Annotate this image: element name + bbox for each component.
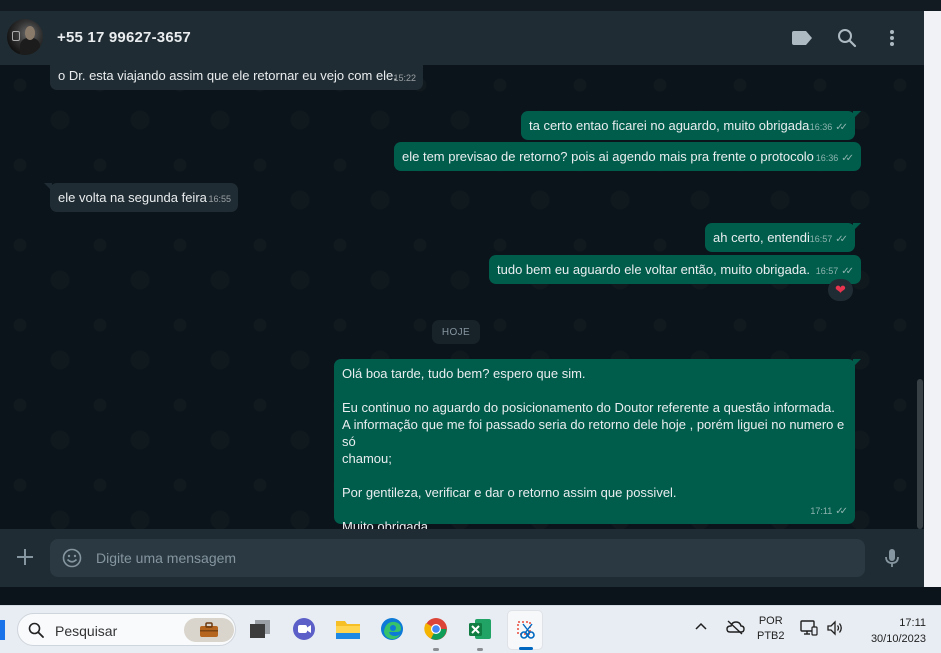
avatar-person-face [25, 26, 35, 40]
message-time: 16:36 [809, 122, 833, 132]
menu-kebab-icon[interactable] [880, 26, 904, 50]
read-receipt-icon: ✓✓ [835, 122, 848, 133]
message-outgoing[interactable]: tudo bem eu aguardo ele voltar então, mu… [489, 255, 861, 284]
search-placeholder: Pesquisar [55, 623, 118, 639]
message-text: o Dr. esta viajando assim que ele retorn… [58, 68, 397, 83]
active-app-indicator [519, 647, 533, 650]
message-text: ah certo, entendi [713, 230, 810, 245]
emoji-icon[interactable] [62, 548, 82, 568]
file-explorer-icon[interactable] [335, 616, 361, 642]
message-time: 16:57 [815, 266, 839, 276]
taskbar-search-box[interactable]: Pesquisar [17, 613, 236, 646]
message-time: 16:55 [208, 194, 231, 204]
message-time: 17:11 [810, 506, 833, 516]
window-top-strip [0, 0, 941, 11]
message-text: ele tem previsao de retorno? pois ai age… [402, 149, 814, 164]
message-incoming[interactable]: ele volta na segunda feira 16:55 [44, 183, 238, 212]
day-divider: HOJE [432, 320, 480, 344]
microphone-icon[interactable] [880, 546, 904, 570]
message-line: chamou; [342, 451, 392, 466]
network-display-icon[interactable] [800, 620, 818, 639]
read-receipt-icon: ✓✓ [835, 506, 848, 517]
message-line: A informação que me foi passado seria do… [342, 417, 845, 449]
desktop-strip [0, 587, 941, 605]
taskbar-clock[interactable]: 17:11 30/10/2023 [852, 615, 926, 647]
chrome-browser-icon[interactable] [423, 616, 449, 642]
message-outgoing[interactable]: ele tem previsao de retorno? pois ai age… [394, 142, 861, 171]
clock-time: 17:11 [899, 617, 926, 629]
search-icon[interactable] [835, 26, 859, 50]
message-incoming[interactable]: o Dr. esta viajando assim que ele retorn… [50, 65, 423, 90]
onedrive-sync-icon[interactable] [725, 619, 745, 638]
clock-date: 30/10/2023 [870, 633, 926, 645]
message-text: ele volta na segunda feira [58, 190, 207, 205]
window-right-edge [924, 11, 941, 587]
input-language-indicator[interactable]: POR PTB2 [757, 614, 785, 644]
language-code: POR [758, 615, 783, 627]
message-time: 15:22 [393, 73, 416, 83]
edge-browser-icon[interactable] [379, 616, 405, 642]
read-receipt-icon: ✓✓ [841, 266, 854, 277]
chat-scrollbar[interactable] [917, 379, 923, 529]
message-line: Olá boa tarde, tudo bem? espero que sim. [342, 366, 586, 381]
message-time: 16:57 [809, 234, 833, 244]
message-text: tudo bem eu aguardo ele voltar então, mu… [497, 262, 810, 277]
chat-messages-area[interactable]: o Dr. esta viajando assim que ele retorn… [0, 65, 924, 534]
windows-taskbar: Pesquisar POR PTB2 17:11 30/10/2023 [0, 605, 941, 653]
keyboard-layout: PTB2 [757, 630, 785, 642]
message-input[interactable] [96, 539, 836, 577]
read-receipt-icon: ✓✓ [835, 234, 848, 245]
task-view-icon[interactable] [247, 616, 273, 642]
label-icon[interactable] [790, 26, 814, 50]
show-hidden-icons[interactable] [694, 621, 708, 634]
search-icon [28, 622, 44, 638]
chat-header[interactable]: +55 17 99627-3657 [0, 11, 924, 65]
whatsapp-app: +55 17 99627-3657 o Dr. esta viajando as… [0, 11, 924, 587]
excel-icon[interactable] [467, 616, 493, 642]
read-receipt-icon: ✓✓ [841, 153, 854, 164]
contact-avatar[interactable] [7, 19, 43, 55]
message-input-box[interactable] [50, 539, 865, 577]
message-composer [0, 529, 924, 587]
running-app-indicator [477, 648, 483, 651]
message-line: Eu continuo no aguardo do posicionamento… [342, 400, 835, 415]
start-button-edge[interactable] [0, 620, 5, 640]
briefcase-icon[interactable] [184, 618, 234, 642]
message-outgoing-long[interactable]: Olá boa tarde, tudo bem? espero que sim.… [334, 359, 861, 534]
volume-icon[interactable] [826, 620, 844, 639]
running-app-indicator [433, 648, 439, 651]
message-text: ta certo entao ficarei no aguardo, muito… [529, 118, 810, 133]
teams-meet-icon[interactable] [291, 616, 317, 642]
snipping-tool-icon[interactable] [507, 610, 543, 650]
message-line: Por gentileza, verificar e dar o retorno… [342, 485, 677, 500]
message-time: 16:36 [815, 153, 839, 163]
message-outgoing[interactable]: ah certo, entendi 16:57 ✓✓ [705, 223, 861, 252]
attach-plus-icon[interactable] [13, 545, 37, 569]
contact-name[interactable]: +55 17 99627-3657 [57, 29, 191, 46]
avatar-person-body [20, 38, 40, 55]
heart-reaction-icon[interactable]: ❤ [828, 279, 853, 301]
message-outgoing[interactable]: ta certo entao ficarei no aguardo, muito… [521, 111, 861, 140]
avatar-logo-mark [12, 31, 20, 41]
